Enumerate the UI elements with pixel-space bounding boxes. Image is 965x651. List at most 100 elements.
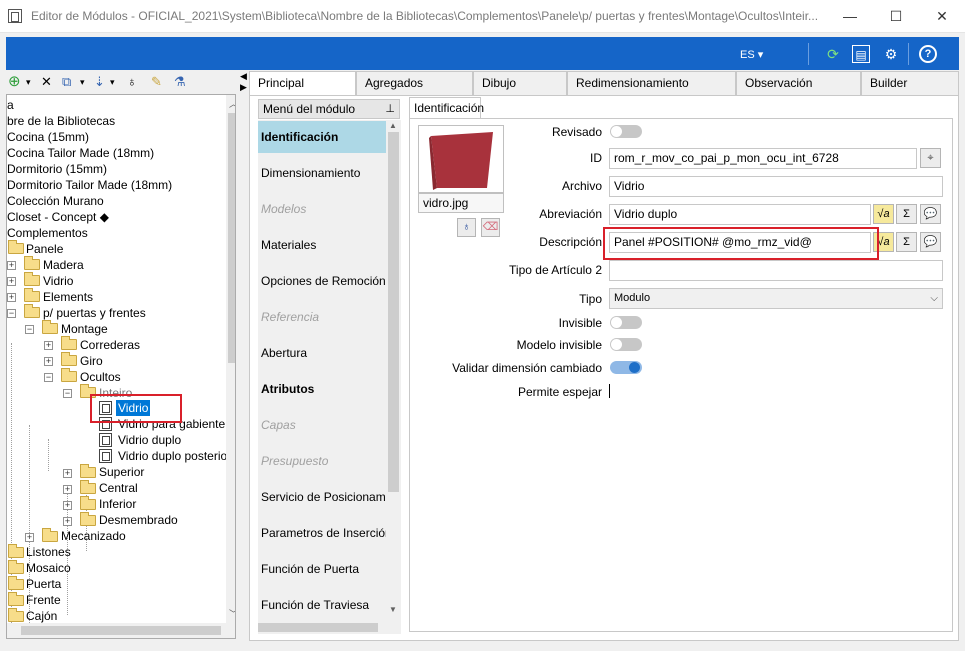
menu-item-identificacion[interactable]: Identificación: [258, 121, 386, 153]
scroll-down-icon[interactable]: ﹀: [229, 607, 235, 620]
menu-item-modelos[interactable]: Modelos: [258, 193, 386, 225]
tipo-articulo-field[interactable]: [609, 260, 943, 281]
pick-id-button[interactable]: ⌖: [920, 148, 941, 168]
tree-item[interactable]: Vidrio duplo: [118, 432, 181, 448]
maximize-button[interactable]: ☐: [873, 0, 919, 32]
tab-dibujo[interactable]: Dibujo: [473, 71, 567, 95]
tree-item[interactable]: Giro: [80, 353, 103, 369]
modelo-invisible-toggle[interactable]: [610, 338, 642, 351]
close-button[interactable]: ✕: [919, 0, 965, 32]
expand-icon[interactable]: +: [63, 485, 72, 494]
tree-item[interactable]: Elements: [43, 289, 93, 305]
tree-item[interactable]: p/ puertas y frentes: [43, 305, 146, 321]
tree-item[interactable]: Vidrio: [43, 273, 73, 289]
tree-item[interactable]: Central: [99, 480, 138, 496]
settings-icon[interactable]: ⚙: [882, 45, 900, 63]
scroll-thumb[interactable]: [228, 113, 235, 363]
delete-icon[interactable]: ✕: [41, 74, 52, 90]
tree-item[interactable]: Superior: [99, 464, 144, 480]
new-module-icon[interactable]: ⊕: [8, 74, 21, 90]
copy-dropdown-icon[interactable]: ▾: [80, 74, 85, 90]
tab-redimensionamiento[interactable]: Redimensionamiento: [567, 71, 736, 95]
tree-item[interactable]: Listones: [26, 544, 71, 560]
tab-principal[interactable]: Principal: [249, 71, 356, 96]
scroll-down-icon[interactable]: ▼: [389, 605, 397, 614]
id-field[interactable]: rom_r_mov_co_pai_p_mon_ocu_int_6728: [609, 148, 917, 169]
tree-item[interactable]: Inferior: [99, 496, 136, 512]
tree-item[interactable]: Colección Murano: [7, 193, 104, 209]
collapse-icon[interactable]: −: [44, 373, 53, 382]
tree-horizontal-scrollbar[interactable]: [6, 623, 236, 639]
scroll-thumb[interactable]: [258, 623, 378, 632]
tree-item[interactable]: Closet - Concept ◆: [7, 209, 109, 225]
tipo-select[interactable]: Modulo ⌵: [609, 288, 943, 309]
comment-icon[interactable]: 💬: [920, 204, 941, 224]
scroll-up-icon[interactable]: ▲: [389, 121, 397, 130]
menu-item-atributos[interactable]: Atributos: [258, 373, 386, 405]
expand-icon[interactable]: +: [7, 261, 16, 270]
collapse-left-icon[interactable]: ◀: [240, 71, 247, 82]
new-dropdown-icon[interactable]: ▾: [26, 74, 31, 90]
formula-icon[interactable]: √a: [873, 204, 894, 224]
find-icon[interactable]: ♁: [127, 74, 137, 90]
expand-icon[interactable]: +: [63, 501, 72, 510]
expand-icon[interactable]: +: [7, 293, 16, 302]
expand-icon[interactable]: +: [44, 357, 53, 366]
tab-agregados[interactable]: Agregados: [356, 71, 473, 95]
expand-icon[interactable]: +: [7, 277, 16, 286]
refresh-icon[interactable]: ⟳: [824, 45, 842, 63]
menu-item-funcion-traviesa[interactable]: Función de Traviesa: [258, 589, 386, 621]
minimize-button[interactable]: —: [827, 0, 873, 32]
menu-item-funcion-puerta[interactable]: Función de Puerta: [258, 553, 386, 585]
tree-item[interactable]: Cocina Tailor Made (18mm): [7, 145, 154, 161]
move-icon[interactable]: ⇣: [94, 74, 105, 90]
menu-item-servicio-posicionamiento[interactable]: Servicio de Posicionamiento: [258, 481, 386, 513]
collapse-icon[interactable]: −: [7, 309, 16, 318]
language-selector[interactable]: ES ▾: [740, 48, 763, 61]
menu-item-capas[interactable]: Capas: [258, 409, 386, 441]
tree-vertical-scrollbar[interactable]: ︿ ﹀: [226, 95, 235, 623]
library-tree[interactable]: a bre de la Bibliotecas Cocina (15mm) Co…: [6, 94, 236, 624]
expand-icon[interactable]: +: [44, 341, 53, 350]
layout-icon[interactable]: ▤: [852, 45, 870, 63]
tree-item[interactable]: a: [7, 97, 14, 113]
tab-observacion[interactable]: Observación: [736, 71, 861, 95]
tree-item[interactable]: Complementos: [7, 225, 88, 241]
tree-item[interactable]: Mecanizado: [61, 528, 126, 544]
tree-item[interactable]: Mosaico: [26, 560, 71, 576]
menu-item-materiales[interactable]: Materiales: [258, 229, 386, 261]
tree-item[interactable]: Dormitorio Tailor Made (18mm): [7, 177, 172, 193]
menu-item-opciones-remocion[interactable]: Opciones de Remoción: [258, 265, 386, 297]
scroll-up-icon[interactable]: ︿: [229, 97, 235, 110]
expand-icon[interactable]: +: [63, 469, 72, 478]
sigma-icon[interactable]: Σ: [896, 204, 917, 224]
validar-toggle[interactable]: [610, 361, 642, 374]
tree-item[interactable]: bre de la Bibliotecas: [7, 113, 115, 129]
move-dropdown-icon[interactable]: ▾: [110, 74, 115, 90]
tree-item[interactable]: Puerta: [26, 576, 61, 592]
comment-icon[interactable]: 💬: [920, 232, 941, 252]
collapse-icon[interactable]: −: [25, 325, 34, 334]
menu-item-parametros-insercion[interactable]: Parametros de Inserción: [258, 517, 386, 549]
revisado-toggle[interactable]: [610, 125, 642, 138]
collapse-icon[interactable]: −: [63, 389, 72, 398]
tree-item[interactable]: Correderas: [80, 337, 140, 353]
menu-item-presupuesto[interactable]: Presupuesto: [258, 445, 386, 477]
simulate-icon[interactable]: ⚗: [174, 74, 186, 90]
tree-item[interactable]: Frente: [26, 592, 61, 608]
tree-item[interactable]: Madera: [43, 257, 84, 273]
tree-item[interactable]: Desmembrado: [99, 512, 178, 528]
expand-icon[interactable]: +: [25, 533, 34, 542]
pin-icon[interactable]: ⊥: [385, 100, 395, 118]
archivo-field[interactable]: Vidrio: [609, 176, 943, 197]
tab-identificacion[interactable]: Identificación: [409, 97, 484, 118]
tab-builder[interactable]: Builder: [861, 71, 959, 95]
scroll-thumb[interactable]: [21, 626, 221, 635]
tree-item[interactable]: Panele: [26, 241, 63, 257]
tree-item[interactable]: Ocultos: [80, 369, 121, 385]
menu-item-referencia[interactable]: Referencia: [258, 301, 386, 333]
tree-item[interactable]: Cocina (15mm): [7, 129, 89, 145]
abreviacion-field[interactable]: Vidrio duplo: [609, 204, 871, 225]
tree-item[interactable]: Cajón: [26, 608, 57, 623]
tree-item[interactable]: Montage: [61, 321, 108, 337]
